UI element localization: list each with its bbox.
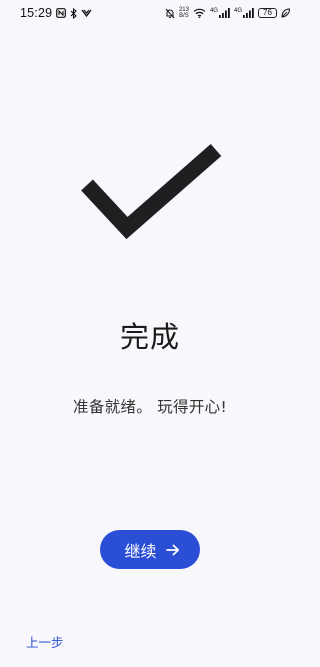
signal-2: 4G <box>234 8 254 18</box>
network-label-1: 4G <box>209 8 218 14</box>
link-icon <box>81 7 92 19</box>
status-time: 15:29 <box>20 6 53 20</box>
status-bar-left: 15:29 <box>20 6 92 20</box>
nfc-icon <box>56 7 67 19</box>
arrow-right-icon <box>165 544 180 556</box>
continue-button-label: 继续 <box>124 541 157 561</box>
back-button[interactable]: 上一步 <box>26 632 64 651</box>
mute-bell-icon <box>165 7 175 19</box>
leaf-icon <box>281 7 290 19</box>
page-subtitle: 准备就绪。 玩得开心! <box>73 398 227 416</box>
signal-bars-icon <box>218 8 230 18</box>
status-bar: 15:29 213 B/S 4G 4G 76 <box>0 0 300 26</box>
battery-icon: 76 <box>258 8 277 18</box>
battery-level: 76 <box>263 8 272 17</box>
wifi-icon <box>193 7 206 19</box>
page-title: 完成 <box>119 320 180 354</box>
signal-1: 4G <box>210 8 230 18</box>
net-speed-unit: B/S <box>179 13 189 19</box>
network-label-2: 4G <box>233 8 242 14</box>
checkmark-icon <box>81 143 222 240</box>
signal-bars-icon <box>243 8 254 18</box>
net-speed: 213 B/S <box>179 7 189 19</box>
bluetooth-icon <box>70 7 78 19</box>
continue-button[interactable]: 继续 <box>100 530 200 569</box>
status-bar-right: 213 B/S 4G 4G 76 <box>165 7 290 19</box>
